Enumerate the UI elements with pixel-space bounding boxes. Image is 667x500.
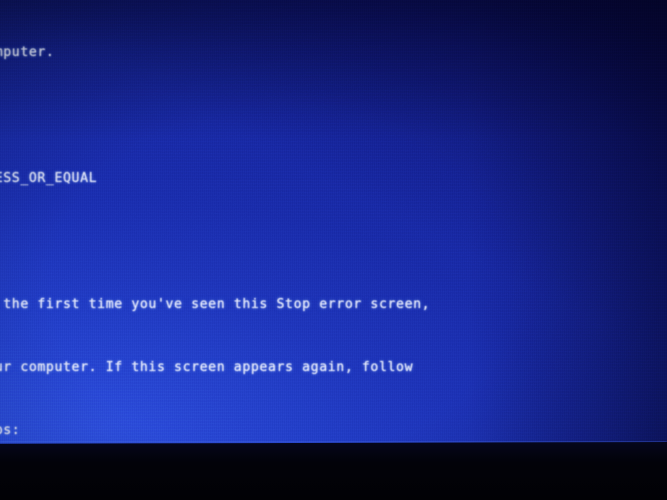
crt-scanline-overlay xyxy=(0,0,667,462)
bsod-line: ur computer. xyxy=(0,45,55,60)
pixel-grid-overlay xyxy=(0,0,667,462)
bsod-text-block: ur computer. NOT_LESS_OR_EQUAL is is the… xyxy=(0,0,667,462)
bsod-error-name: NOT_LESS_OR_EQUAL xyxy=(0,171,98,186)
bsod-line-blank xyxy=(0,105,667,126)
bsod-line: rt your computer. If this screen appears… xyxy=(0,360,414,375)
photo-noise-overlay xyxy=(0,0,667,462)
screen-gradient-bloom xyxy=(0,180,580,462)
bsod-line: is is the first time you've seen this St… xyxy=(3,297,431,312)
screen-gradient-main xyxy=(0,0,667,462)
photo-vignette-overlay xyxy=(0,0,667,462)
bsod-line: steps: xyxy=(0,423,21,438)
bsod-line-blank xyxy=(0,231,667,252)
monitor-screen-area: ur computer. NOT_LESS_OR_EQUAL is is the… xyxy=(0,0,667,462)
screen-gradient-right xyxy=(467,0,667,462)
bsod-photo: ur computer. NOT_LESS_OR_EQUAL is is the… xyxy=(0,0,667,500)
monitor-bezel-dark-band xyxy=(0,442,667,500)
screen-gradient-top xyxy=(0,0,667,140)
